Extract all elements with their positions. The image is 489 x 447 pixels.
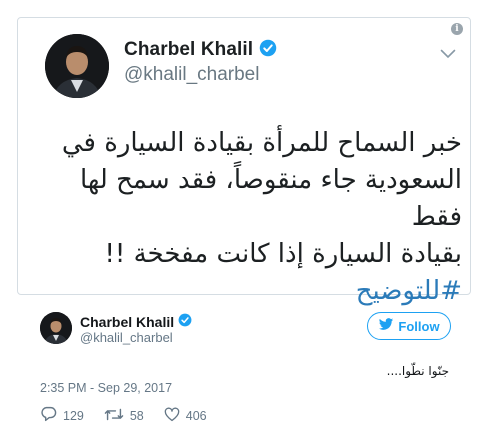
like-button[interactable]: 406 <box>164 407 207 425</box>
reply-count: 129 <box>63 408 84 423</box>
embedded-author-name[interactable]: Charbel Khalil <box>124 39 253 61</box>
embedded-avatar[interactable] <box>45 34 109 98</box>
tweet-text: جنّوا نطّوا.... <box>386 364 449 378</box>
embedded-author-handle[interactable]: @khalil_charbel <box>124 64 259 86</box>
info-icon[interactable]: i <box>451 23 463 35</box>
like-icon <box>164 407 186 425</box>
follow-label: Follow <box>398 318 440 334</box>
like-count: 406 <box>185 408 207 423</box>
author-name[interactable]: Charbel Khalil <box>80 314 174 330</box>
verified-icon <box>259 39 277 61</box>
tweet-text-line: خبر السماح للمرأة بقيادة السيارة في <box>61 128 462 158</box>
hashtag-link[interactable]: #للتوضيح <box>54 273 462 310</box>
follow-bird-icon <box>378 318 398 334</box>
tweet-text-line: بقيادة السيارة إذا كانت مفخخة !! <box>104 239 463 269</box>
embedded-tweet-text: خبر السماح للمرأة بقيادة السيارة في السع… <box>54 125 462 310</box>
reply-icon <box>40 406 63 425</box>
verified-icon <box>178 312 192 331</box>
chevron-down-icon[interactable] <box>440 44 456 63</box>
reply-button[interactable]: 129 <box>40 406 84 425</box>
avatar[interactable] <box>40 312 72 344</box>
follow-button[interactable]: Follow <box>367 312 451 340</box>
tweet-page: i Charbel Khalil @khalil_charbel خبر الس… <box>0 0 489 447</box>
tweet-text-line: السعودية جاء منقوصاً، فقد سمح لها فقط <box>79 165 462 232</box>
author-handle[interactable]: @khalil_charbel <box>80 330 173 345</box>
retweet-count: 58 <box>129 408 144 423</box>
retweet-button[interactable]: 58 <box>104 407 144 425</box>
timestamp[interactable]: 2:35 PM - Sep 29, 2017 <box>40 381 172 395</box>
retweet-icon <box>104 407 130 425</box>
tweet-actions: 129 58 406 <box>40 406 227 425</box>
